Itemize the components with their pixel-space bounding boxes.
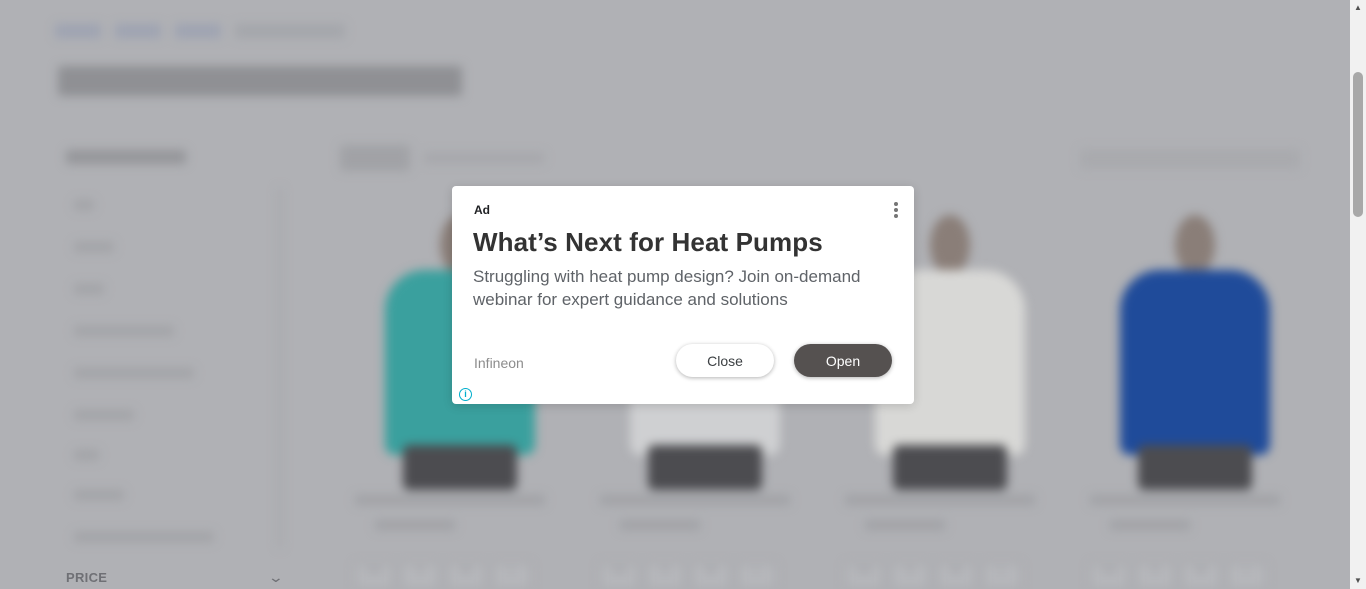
model-pants [648,445,762,490]
model-pants [403,445,517,490]
size-option: M [1182,563,1220,589]
filter-option [74,284,104,294]
ad-body[interactable]: Struggling with heat pump design? Join o… [473,265,901,311]
size-option: M [447,563,485,589]
size-option: S [646,563,684,589]
sort-bar [340,145,1300,173]
sort-select [1080,149,1300,169]
open-button[interactable]: Open [794,344,892,377]
breadcrumb-item [235,24,345,38]
size-option: S [401,563,439,589]
ad-badge: Ad [474,203,490,217]
breadcrumb-item [115,24,161,38]
breadcrumb-item [55,24,101,38]
size-options: XS S M L [1090,563,1266,589]
chevron-down-icon: ⌄ [267,568,285,585]
size-option: XS [1090,563,1128,589]
breadcrumb-item [175,24,221,38]
product-name [600,495,790,505]
model-sweater [1120,270,1270,455]
close-button[interactable]: Close [676,344,774,377]
breadcrumb [55,24,345,38]
filter-sidebar [52,138,282,558]
price-filter-header: PRICE ⌄ [66,568,285,586]
size-options: XS S M L [355,563,531,589]
filter-option [74,410,134,420]
size-options: XS S M L [600,563,776,589]
filter-option [74,242,114,252]
filter-option [74,450,99,460]
model-head [1175,215,1215,275]
scroll-up-arrow[interactable]: ▲ [1350,0,1366,16]
size-option: XS [600,563,638,589]
size-option: S [1136,563,1174,589]
info-icon[interactable]: i [459,388,472,401]
size-option: L [738,563,776,589]
filter-heading [66,150,186,164]
product-price [620,520,700,530]
ad-headline[interactable]: What’s Next for Heat Pumps [473,227,823,258]
more-vert-icon[interactable] [890,200,902,220]
sort-chip [340,145,410,171]
filter-option [74,532,214,542]
size-option: L [1228,563,1266,589]
size-option: M [937,563,975,589]
result-count [424,153,544,163]
model-pants [893,445,1007,490]
page-scrollbar[interactable]: ▲ ▼ [1350,0,1366,589]
ad-dialog: Ad What’s Next for Heat Pumps Struggling… [452,186,914,404]
price-filter-label: PRICE [66,569,108,585]
filter-option [74,326,174,336]
scroll-down-arrow[interactable]: ▼ [1350,573,1366,589]
sidebar-scrollbar [278,188,282,548]
model-head [930,215,970,275]
filter-option [74,490,124,500]
ad-advertiser[interactable]: Infineon [474,355,524,371]
product-image [1120,215,1270,490]
page-title [58,66,462,96]
product-card: XS S M L [1080,195,1300,589]
product-price [1110,520,1190,530]
size-options: XS S M L [845,563,1021,589]
product-name [355,495,545,505]
product-price [375,520,455,530]
model-pants [1138,445,1252,490]
size-option: S [891,563,929,589]
size-option: L [983,563,1021,589]
product-name [1090,495,1280,505]
product-price [865,520,945,530]
filter-option [74,368,194,378]
size-option: M [692,563,730,589]
size-option: XS [355,563,393,589]
size-option: L [493,563,531,589]
size-option: XS [845,563,883,589]
product-name [845,495,1035,505]
scroll-thumb[interactable] [1353,72,1363,217]
filter-option [74,200,94,210]
